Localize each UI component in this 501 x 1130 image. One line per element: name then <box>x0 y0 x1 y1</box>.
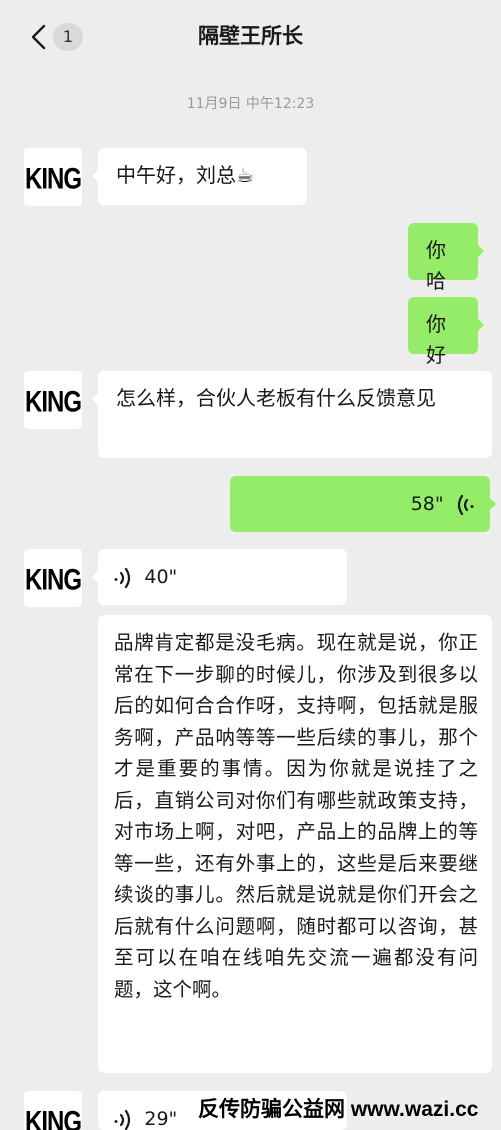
avatar-logo-text: KING <box>25 162 82 196</box>
message-text: 怎么样，合伙人老板有什么反馈意见 <box>116 386 436 410</box>
voice-duration: 29" <box>144 1108 178 1130</box>
message-bubble-incoming[interactable]: 中午好，刘总☕ <box>92 148 307 205</box>
chat-title: 隔壁王所长 <box>198 24 303 48</box>
transcript-text: 品牌肯定都是没毛病。现在就是说，你正常在下一步聊的时候儿，你涉及到很多以后的如何… <box>114 631 478 1001</box>
contact-avatar[interactable]: KING <box>24 371 82 429</box>
voice-transcript-bubble[interactable]: 品牌肯定都是没毛病。现在就是说，你正常在下一步聊的时候儿，你涉及到很多以后的如何… <box>98 615 492 1073</box>
message-text: 中午好，刘总☕ <box>116 163 254 187</box>
contact-avatar[interactable]: KING <box>24 1091 82 1130</box>
message-bubble-outgoing[interactable]: 你好 <box>408 297 484 367</box>
voice-duration: 40" <box>144 566 178 588</box>
contact-avatar[interactable]: KING <box>24 148 82 206</box>
contact-avatar[interactable]: KING <box>24 549 82 607</box>
bubble-tail <box>92 393 98 405</box>
bubble-tail <box>92 571 98 583</box>
voice-message-incoming[interactable]: 40" <box>92 549 347 605</box>
message-text: 你好 <box>426 312 446 367</box>
bubble-tail <box>92 170 98 182</box>
avatar-logo-text: KING <box>25 385 82 419</box>
voice-wave-icon <box>114 1109 131 1130</box>
message-text: 你哈 <box>426 238 446 293</box>
voice-wave-icon <box>114 567 131 588</box>
message-timestamp: 11月9日 中午12:23 <box>186 96 315 112</box>
bubble-tail <box>478 245 484 257</box>
voice-wave-icon <box>457 494 474 515</box>
message-bubble-outgoing[interactable]: 你哈 <box>408 223 484 293</box>
message-bubble-incoming[interactable]: 怎么样，合伙人老板有什么反馈意见 <box>92 371 492 458</box>
avatar-logo-text: KING <box>25 1105 82 1130</box>
chat-header: 1 隔壁王所长 <box>0 0 501 74</box>
bubble-tail <box>478 319 484 331</box>
voice-message-outgoing[interactable]: 58" <box>230 476 496 532</box>
avatar-logo-text: KING <box>25 563 82 597</box>
watermark-text: 反传防骗公益网 www.wazi.cc <box>198 1098 479 1121</box>
voice-duration: 58" <box>410 493 444 515</box>
bubble-tail <box>490 498 496 510</box>
